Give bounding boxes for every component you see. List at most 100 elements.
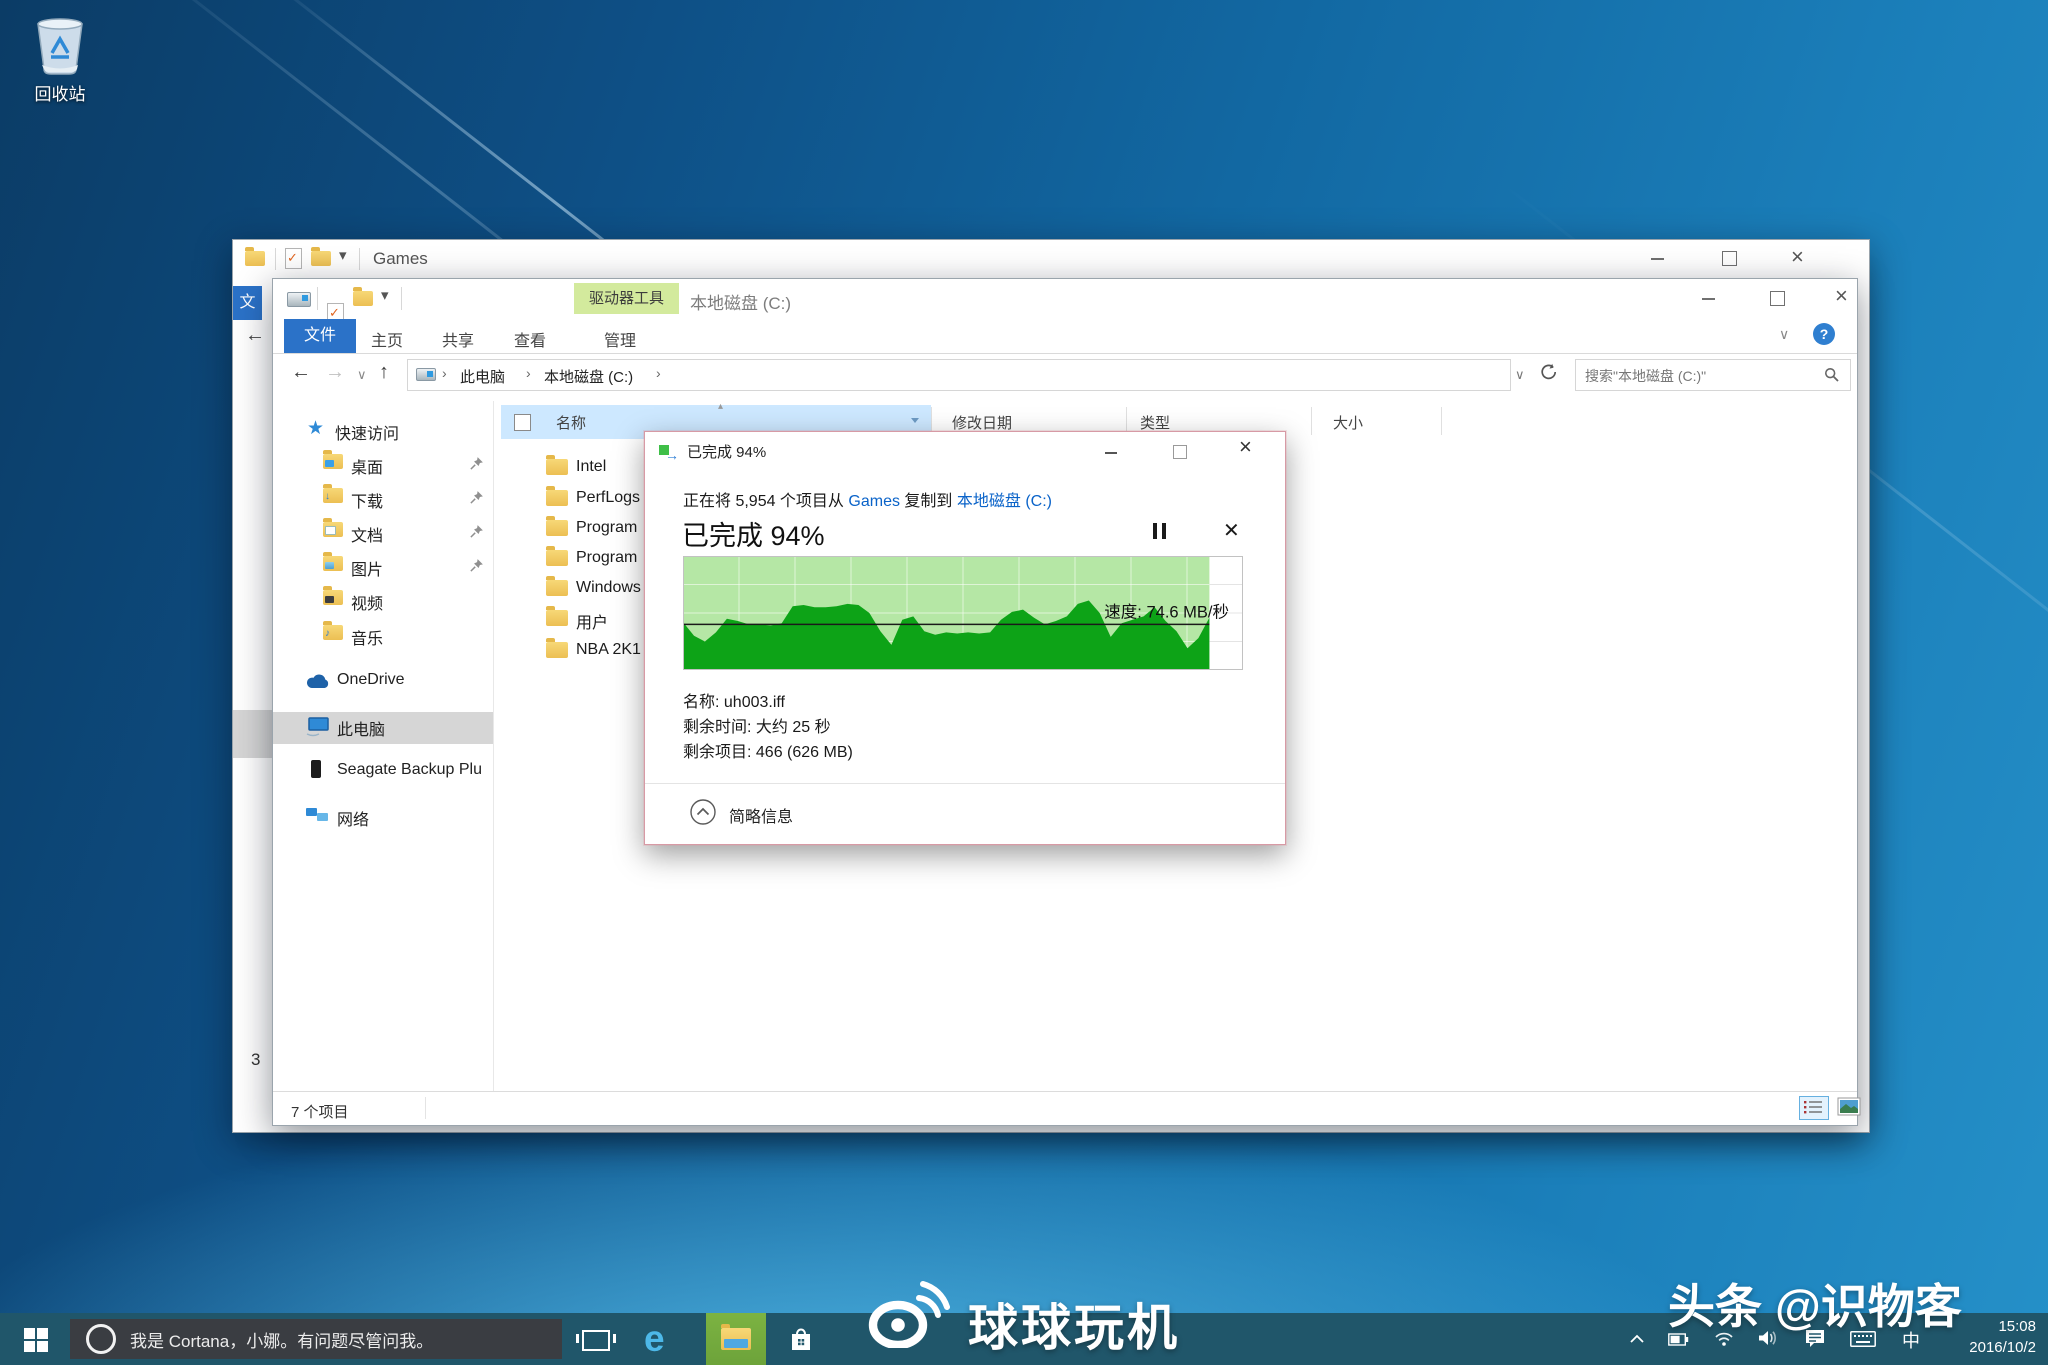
close-button[interactable]: × xyxy=(1791,248,1804,266)
folder-icon xyxy=(546,580,568,596)
file-row-perflogs[interactable]: PerfLogs xyxy=(576,489,640,507)
sidebar-selection-sliver xyxy=(233,710,273,758)
divider xyxy=(425,1097,426,1119)
file-row-windows[interactable]: Windows xyxy=(576,579,641,597)
network-icon xyxy=(305,806,329,824)
column-date-modified[interactable]: 修改日期 xyxy=(952,412,1012,433)
nav-recent-icon[interactable]: ∨ xyxy=(357,367,367,383)
close-button[interactable]: × xyxy=(1239,438,1252,456)
search-box[interactable]: 搜索"本地磁盘 (C:)" xyxy=(1575,359,1851,391)
column-type[interactable]: 类型 xyxy=(1140,412,1170,433)
address-bar[interactable]: › 此电脑 › 本地磁盘 (C:) › xyxy=(407,359,1511,391)
dialog-title: 已完成 94% xyxy=(687,441,766,462)
cancel-copy-button[interactable]: ✕ xyxy=(1223,518,1240,543)
pin-icon xyxy=(469,456,484,471)
properties-icon[interactable]: ✓ xyxy=(285,248,302,269)
copy-sentence: 正在将 5,954 个项目从 Games 复制到 本地磁盘 (C:) xyxy=(683,487,1052,511)
start-button[interactable] xyxy=(24,1328,48,1352)
pictures-folder-icon xyxy=(323,556,343,571)
pin-icon xyxy=(469,558,484,573)
sidebar-item-desktop[interactable]: 桌面 xyxy=(351,454,383,478)
drive-icon xyxy=(416,368,436,381)
ribbon-collapse-icon[interactable]: ∨ xyxy=(1779,326,1789,343)
folder-icon xyxy=(245,251,265,266)
store-taskbar-icon[interactable] xyxy=(788,1325,814,1353)
tab-share[interactable]: 共享 xyxy=(442,327,474,351)
thumbnail-view-button[interactable] xyxy=(1835,1096,1863,1118)
file-row-nba2k[interactable]: NBA 2K1 xyxy=(576,641,641,659)
maximize-button[interactable] xyxy=(1722,251,1737,266)
task-view-button[interactable] xyxy=(582,1330,610,1351)
details-view-button[interactable] xyxy=(1799,1096,1829,1120)
speed-graph-svg: 速度: 74.6 MB/秒 xyxy=(683,556,1243,670)
breadcrumb-this-pc[interactable]: 此电脑 xyxy=(460,366,505,387)
search-placeholder: 搜索"本地磁盘 (C:)" xyxy=(1585,366,1706,386)
tab-view[interactable]: 查看 xyxy=(514,327,546,351)
sidebar-item-documents[interactable]: 文档 xyxy=(351,522,383,546)
contextual-tab-drive-tools[interactable]: 驱动器工具 xyxy=(574,283,679,314)
qat-dropdown-icon[interactable]: ▾ xyxy=(381,286,389,304)
documents-folder-icon xyxy=(323,522,343,537)
nav-back-icon[interactable]: ← xyxy=(291,361,311,384)
divider[interactable] xyxy=(1311,407,1312,435)
close-button[interactable]: × xyxy=(1835,287,1848,305)
nav-forward-icon[interactable]: → xyxy=(325,361,345,384)
file-tab-partial[interactable]: 文 xyxy=(233,286,262,320)
minimize-button[interactable] xyxy=(1105,452,1117,454)
column-name[interactable]: 名称 xyxy=(556,412,586,433)
new-folder-icon[interactable] xyxy=(353,291,373,306)
sidebar-item-music[interactable]: 音乐 xyxy=(351,625,383,649)
sidebar-item-onedrive[interactable]: OneDrive xyxy=(337,671,405,689)
file-row-users[interactable]: 用户 xyxy=(576,609,608,633)
divider xyxy=(493,401,494,1091)
maximize-button[interactable] xyxy=(1770,291,1785,306)
file-row-intel[interactable]: Intel xyxy=(576,458,606,476)
back-arrow-icon[interactable]: ← xyxy=(245,324,265,347)
onedrive-cloud-icon xyxy=(305,673,331,689)
column-filter-icon[interactable] xyxy=(911,418,919,423)
edge-taskbar-icon[interactable]: e xyxy=(644,1318,665,1360)
sidebar-item-network[interactable]: 网络 xyxy=(337,806,369,830)
maximize-button[interactable] xyxy=(1173,445,1187,459)
minimize-button[interactable] xyxy=(1702,298,1715,300)
sidebar-item-seagate[interactable]: Seagate Backup Plu xyxy=(337,761,482,779)
file-explorer-taskbar-icon[interactable] xyxy=(706,1313,766,1365)
column-size[interactable]: 大小 xyxy=(1333,412,1363,433)
nav-up-icon[interactable]: ↑ xyxy=(379,361,389,384)
file-row-program-files-x86[interactable]: Program xyxy=(576,549,637,567)
sidebar-item-downloads[interactable]: 下载 xyxy=(351,488,383,512)
tab-file[interactable]: 文件 xyxy=(284,319,356,353)
sidebar-item-quick-access[interactable]: 快速访问 xyxy=(335,420,399,444)
refresh-icon[interactable] xyxy=(1539,363,1557,381)
address-dropdown-icon[interactable]: ∨ xyxy=(1515,367,1525,383)
copy-destination-link[interactable]: 本地磁盘 (C:) xyxy=(957,493,1052,510)
recycle-bin-shortcut[interactable]: 回收站 xyxy=(22,12,98,105)
help-icon[interactable]: ? xyxy=(1813,323,1835,345)
sidebar-item-this-pc[interactable]: 此电脑 xyxy=(337,716,385,740)
tab-manage[interactable]: 管理 xyxy=(604,327,636,351)
divider[interactable] xyxy=(1441,407,1442,435)
footer-toggle-label[interactable]: 简略信息 xyxy=(729,803,793,827)
qat-dropdown-icon[interactable]: ▾ xyxy=(339,246,347,264)
collapse-details-icon[interactable] xyxy=(689,798,717,826)
select-all-checkbox[interactable] xyxy=(514,414,531,431)
this-pc-icon xyxy=(306,717,330,737)
tray-expand-icon[interactable] xyxy=(1630,1333,1644,1345)
downloads-folder-icon: ↓ xyxy=(323,488,343,503)
breadcrumb-separator: › xyxy=(442,365,447,381)
pause-button[interactable] xyxy=(1153,523,1171,544)
cortana-search-box[interactable]: 我是 Cortana，小娜。有问题尽管问我。 xyxy=(70,1319,562,1359)
copy-source-link[interactable]: Games xyxy=(848,493,900,510)
svg-text:速度: 74.6 MB/秒: 速度: 74.6 MB/秒 xyxy=(1104,602,1229,621)
file-row-program-files[interactable]: Program xyxy=(576,519,637,537)
sidebar-item-videos[interactable]: 视频 xyxy=(351,590,383,614)
folder-icon[interactable] xyxy=(311,251,331,266)
tab-home[interactable]: 主页 xyxy=(371,327,403,351)
search-icon[interactable] xyxy=(1824,367,1840,383)
sidebar-item-pictures[interactable]: 图片 xyxy=(351,556,383,580)
breadcrumb-separator: › xyxy=(526,365,531,381)
copy-progress-dialog[interactable]: → 已完成 94% × 正在将 5,954 个项目从 Games 复制到 本地磁… xyxy=(644,431,1286,845)
music-folder-icon: ♪ xyxy=(323,625,343,640)
minimize-button[interactable] xyxy=(1651,258,1664,260)
breadcrumb-local-disk[interactable]: 本地磁盘 (C:) xyxy=(544,366,633,387)
